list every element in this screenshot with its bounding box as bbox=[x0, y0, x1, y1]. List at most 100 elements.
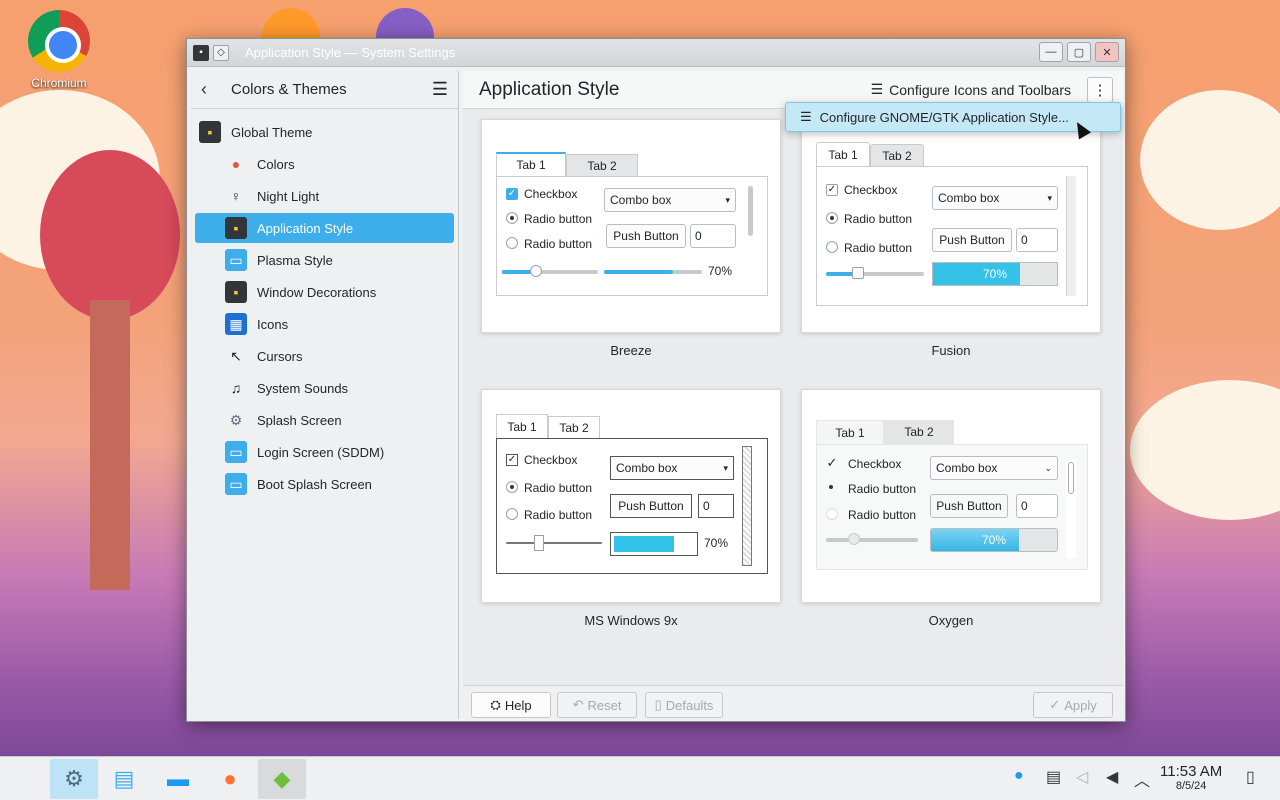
sidebar-item-label: Login Screen (SDDM) bbox=[257, 444, 385, 460]
style-name-windows9x: MS Windows 9x bbox=[584, 613, 678, 628]
preview-scrollbar bbox=[746, 184, 756, 290]
style-name-fusion: Fusion bbox=[931, 343, 971, 358]
main-panel: Application Style ☰ Configure Icons and … bbox=[463, 71, 1123, 719]
sidebar-item-label: Global Theme bbox=[231, 124, 313, 140]
preview-radio-label-2: Radio button bbox=[524, 508, 593, 522]
sidebar-item-label: System Sounds bbox=[257, 380, 349, 396]
app-menu-icon[interactable]: ▪ bbox=[193, 44, 209, 61]
style-card-oxygen[interactable]: Tab 1 Tab 2 ✓ Checkbox Radio button Radi… bbox=[801, 389, 1101, 603]
reset-button[interactable]: ↶ Reset bbox=[557, 692, 637, 718]
sidebar-item-boot-splash[interactable]: ▭ Boot Splash Screen bbox=[195, 469, 454, 499]
chevron-up-icon[interactable]: ︿ bbox=[1134, 767, 1150, 791]
preview-radio-label: Radio button bbox=[848, 482, 917, 496]
login-monitor-icon: ▭ bbox=[225, 441, 247, 463]
vscode-desktop-icon[interactable] bbox=[376, 8, 434, 38]
sidebar-item-system-sounds[interactable]: ♫ System Sounds bbox=[195, 373, 454, 403]
more-options-button[interactable]: ⋮ bbox=[1087, 77, 1113, 103]
sidebar-item-plasma-style[interactable]: ▭ Plasma Style bbox=[195, 245, 454, 275]
sidebar-item-icons[interactable]: ▦ Icons bbox=[195, 309, 454, 339]
preview-spinbox: 0 bbox=[698, 494, 734, 518]
bulb-icon: ♀ bbox=[230, 188, 242, 204]
preview-progress-bar: 70% bbox=[932, 262, 1058, 286]
updates-icon[interactable]: ● bbox=[1014, 767, 1024, 785]
style-name-oxygen: Oxygen bbox=[928, 613, 974, 628]
configure-icons-button[interactable]: ☰ Configure Icons and Toolbars bbox=[871, 81, 1071, 98]
taskbar-firefox[interactable]: ● bbox=[206, 759, 254, 799]
sidebar-item-login-screen[interactable]: ▭ Login Screen (SDDM) bbox=[195, 437, 454, 467]
firefox-desktop-icon[interactable] bbox=[262, 8, 320, 38]
preview-slider bbox=[502, 265, 598, 277]
sidebar-item-application-style[interactable]: ▪ Application Style bbox=[195, 213, 454, 243]
clock-time: 11:53 AM bbox=[1160, 763, 1223, 780]
radio-off-icon bbox=[826, 508, 838, 520]
back-arrow-icon[interactable]: ‹ bbox=[201, 79, 225, 100]
window-title: Application Style — System Settings bbox=[245, 45, 456, 60]
taskbar-app[interactable]: ◆ bbox=[258, 759, 306, 799]
taskbar-system-settings[interactable]: ⚙ bbox=[50, 759, 98, 799]
sidebar-item-global-theme[interactable]: ▪ Global Theme bbox=[195, 117, 454, 147]
sidebar-item-cursors[interactable]: ↖ Cursors bbox=[195, 341, 454, 371]
style-card-fusion[interactable]: Tab 1 Tab 2 ✓ Checkbox Radio button Radi… bbox=[801, 119, 1101, 333]
preview-checkbox-label: Checkbox bbox=[844, 183, 898, 197]
sidebar-item-label: Cursors bbox=[257, 348, 303, 364]
sidebar-item-label: Application Style bbox=[257, 220, 354, 236]
preview-progress-text: 70% bbox=[704, 536, 729, 550]
preview-radio-label-2: Radio button bbox=[844, 241, 913, 255]
spin-value: 0 bbox=[1021, 499, 1028, 513]
boot-monitor-icon: ▭ bbox=[225, 473, 247, 495]
sidebar-item-window-decorations[interactable]: ▪ Window Decorations bbox=[195, 277, 454, 307]
sidebar-item-colors[interactable]: ● Colors bbox=[195, 149, 454, 179]
chevron-down-icon: ▾ bbox=[723, 462, 728, 473]
clipboard-icon[interactable]: ▤ bbox=[1046, 767, 1061, 787]
clock[interactable]: 11:53 AM 8/5/24 bbox=[1160, 763, 1222, 792]
radio-off-icon bbox=[506, 237, 518, 249]
configure-gtk-menu-item[interactable]: ☰ Configure GNOME/GTK Application Style.… bbox=[785, 102, 1121, 132]
configure-icons-label: Configure Icons and Toolbars bbox=[889, 81, 1071, 98]
volume-icon[interactable]: ◀ bbox=[1106, 767, 1118, 787]
preview-spinbox: 0 bbox=[1016, 494, 1058, 518]
preview-radio-label: Radio button bbox=[524, 212, 593, 226]
system-settings-window: ▪ ◇ Application Style — System Settings … bbox=[186, 38, 1126, 722]
monitor-icon: ▭ bbox=[225, 249, 247, 271]
check-icon: ✓ bbox=[826, 184, 838, 196]
apply-button[interactable]: ✓ Apply bbox=[1033, 692, 1113, 718]
desktop-icon-label: Chromium bbox=[31, 76, 87, 90]
taskbar-discover[interactable]: ▤ bbox=[100, 759, 148, 799]
style-card-breeze[interactable]: Tab 1 Tab 2 ✓ Checkbox Radio button Radi… bbox=[481, 119, 781, 333]
sidebar-item-label: Window Decorations bbox=[257, 284, 377, 300]
taskbar-file-manager[interactable]: ▬ bbox=[154, 759, 202, 799]
radio-off-icon bbox=[826, 241, 838, 253]
preview-tab-1: Tab 1 bbox=[496, 152, 566, 176]
pin-icon[interactable]: ◇ bbox=[213, 44, 229, 61]
style-card-windows9x[interactable]: Tab 1 Tab 2 ✓ Checkbox Radio button Radi… bbox=[481, 389, 781, 603]
preview-progress-bar bbox=[610, 532, 698, 556]
show-desktop-icon[interactable]: ▯ bbox=[1246, 767, 1255, 787]
preview-push-button: Push Button bbox=[930, 494, 1008, 518]
gear-icon: ⚙ bbox=[64, 766, 84, 791]
progress-fill bbox=[604, 270, 673, 274]
defaults-button[interactable]: ▯ Defaults bbox=[645, 692, 723, 718]
minimize-button[interactable]: — bbox=[1039, 42, 1063, 62]
sidebar-item-splash-screen[interactable]: ⚙ Splash Screen bbox=[195, 405, 454, 435]
cloud-decoration bbox=[1130, 380, 1280, 520]
preview-tab-1: Tab 1 bbox=[816, 142, 870, 166]
preview-scrollbar bbox=[1066, 176, 1076, 296]
check-icon: ✓ bbox=[1049, 697, 1061, 712]
hamburger-menu-icon[interactable]: ☰ bbox=[432, 79, 448, 100]
radio-on-icon bbox=[826, 212, 838, 224]
preview-progress-bar: 70% bbox=[930, 528, 1058, 552]
help-button[interactable]: ⛭ Help bbox=[471, 692, 551, 718]
check-icon: ✓ bbox=[506, 454, 518, 466]
maximize-button[interactable]: ▢ bbox=[1067, 42, 1091, 62]
speaker-muted-icon[interactable]: ◁ bbox=[1076, 767, 1088, 787]
desktop-icon-chromium[interactable]: Chromium bbox=[22, 10, 96, 90]
preview-tab-2: Tab 2 bbox=[884, 420, 954, 444]
preview-radio-label-2: Radio button bbox=[848, 508, 917, 522]
taskbar: ⚙ ▤ ▬ ● ◆ ● ▤ ◁ ◀ ︿ 11:53 AM 8/5/24 ▯ bbox=[0, 756, 1280, 800]
chevron-down-icon: ⌄ bbox=[1044, 462, 1052, 473]
preview-scrollbar bbox=[742, 446, 752, 566]
style-grid: Tab 1 Tab 2 ✓ Checkbox Radio button Radi… bbox=[463, 109, 1123, 687]
sidebar-item-night-light[interactable]: ♀ Night Light bbox=[195, 181, 454, 211]
close-button[interactable]: ✕ bbox=[1095, 42, 1119, 62]
title-bar[interactable]: ▪ ◇ Application Style — System Settings … bbox=[187, 39, 1125, 67]
